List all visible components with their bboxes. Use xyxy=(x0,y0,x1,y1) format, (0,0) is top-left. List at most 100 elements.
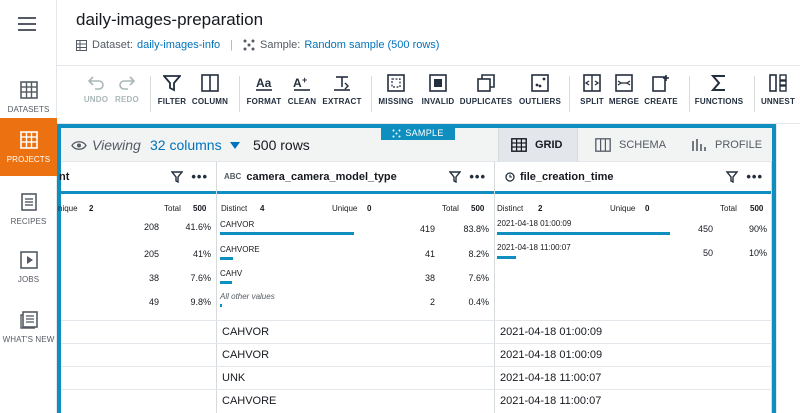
table-cell[interactable]: CAHVOR xyxy=(217,343,495,366)
menu-icon[interactable] xyxy=(18,17,36,31)
filter-icon[interactable] xyxy=(726,171,739,183)
duplicates-button[interactable]: DUPLICATES xyxy=(459,74,513,106)
format-icon: Aa xyxy=(256,76,272,91)
outliers-button[interactable]: OUTLIERS xyxy=(515,74,565,106)
row-count: 500 rows xyxy=(253,137,310,153)
total-label: Total xyxy=(442,204,459,213)
table-cell[interactable] xyxy=(61,343,217,366)
column-header[interactable]: nt ••• xyxy=(59,162,216,194)
filter-icon[interactable] xyxy=(171,171,184,183)
sample-badge: SAMPLE xyxy=(381,126,455,140)
clean-icon: A + xyxy=(293,75,310,91)
sample-label: Sample: xyxy=(259,39,301,51)
column-header[interactable]: ABC camera_camera_model_type ••• xyxy=(217,162,494,194)
redo-button[interactable]: REDO xyxy=(102,74,152,104)
unnest-icon xyxy=(769,74,787,92)
invalid-button[interactable]: INVALID xyxy=(413,74,463,106)
value-bar xyxy=(220,281,233,284)
value-percent: 41% xyxy=(192,249,211,259)
distinct-value: 4 xyxy=(260,204,265,213)
svg-text:Aa: Aa xyxy=(256,76,272,90)
column-header[interactable]: file_creation_time ••• xyxy=(495,162,771,194)
more-options-icon[interactable]: ••• xyxy=(746,170,763,183)
value-count: 38 xyxy=(148,273,159,283)
value-label: 2021-04-18 11:00:07 xyxy=(497,243,571,252)
functions-label: FUNCTIONS xyxy=(694,97,744,106)
nav-label-jobs: JOBS xyxy=(17,274,40,284)
missing-label: MISSING xyxy=(378,97,414,106)
column-button[interactable]: COLUMN xyxy=(185,74,235,106)
document-icon xyxy=(20,192,37,211)
table-cell[interactable] xyxy=(61,320,217,343)
column-actions: ••• xyxy=(171,170,208,183)
extract-button[interactable]: EXTRACT xyxy=(317,74,367,106)
value-count: 205 xyxy=(143,249,159,259)
duplicates-label: DUPLICATES xyxy=(459,97,513,106)
viewing-label: Viewing xyxy=(71,137,141,153)
table-cell[interactable] xyxy=(61,389,217,412)
tab-profile[interactable]: PROFILE xyxy=(679,128,769,162)
sample-icon xyxy=(243,39,255,51)
value-percent: 0.4% xyxy=(468,297,489,307)
functions-button[interactable]: FUNCTIONS xyxy=(694,74,744,106)
profile-chart-icon xyxy=(692,139,706,151)
tab-grid[interactable]: GRID xyxy=(498,128,578,162)
nav-item-whats-new[interactable]: WHAT'S NEW xyxy=(0,298,57,356)
grid-view-icon xyxy=(511,138,527,152)
table-cell[interactable]: 2021-04-18 01:00:09 xyxy=(495,343,772,366)
value-count: 450 xyxy=(697,224,713,234)
filter-icon[interactable] xyxy=(449,171,462,183)
table-cell[interactable]: 2021-04-18 01:00:09 xyxy=(495,320,772,343)
page-title: daily-images-preparation xyxy=(76,10,264,29)
table-cell[interactable]: CAHVOR xyxy=(217,320,495,343)
unnest-label: UNNEST xyxy=(760,97,796,106)
more-options-icon[interactable]: ••• xyxy=(191,170,208,183)
table-icon xyxy=(19,80,38,99)
nav-label-whats-new: WHAT'S NEW xyxy=(2,334,55,344)
column-actions: ••• xyxy=(449,170,486,183)
dataset-link[interactable]: daily-images-info xyxy=(137,39,220,51)
extract-label: EXTRACT xyxy=(322,97,362,106)
unnest-button[interactable]: UNNEST xyxy=(753,74,800,106)
nav-item-recipes[interactable]: RECIPES xyxy=(0,180,57,238)
dataset-label: Dataset: xyxy=(92,39,133,51)
table-cell[interactable]: 2021-04-18 11:00:07 xyxy=(495,389,772,412)
viewing-text: Viewing xyxy=(92,137,141,153)
value-percent: 7.6% xyxy=(190,273,211,283)
unique-label: nique xyxy=(58,204,78,213)
more-options-icon[interactable]: ••• xyxy=(469,170,486,183)
create-button[interactable]: CREATE xyxy=(636,74,686,106)
clock-icon xyxy=(505,171,515,182)
sample-link[interactable]: Random sample (500 rows) xyxy=(304,39,439,51)
nav-label-recipes: RECIPES xyxy=(10,216,47,226)
total-value: 500 xyxy=(193,204,207,213)
tab-profile-label: PROFILE xyxy=(715,139,763,151)
column-icon xyxy=(201,74,219,92)
left-navigation: DATASETS PROJECTS RECIPES JOBS WHAT'S NE… xyxy=(0,0,57,413)
table-cell[interactable]: CAHVORE xyxy=(217,389,495,412)
nav-item-jobs[interactable]: JOBS xyxy=(0,238,57,296)
value-label: CAHV xyxy=(220,269,243,278)
columns-dropdown[interactable]: 32 columns xyxy=(150,137,240,153)
value-percent: 83.8% xyxy=(463,224,489,234)
distinct-label: Distinct xyxy=(221,204,248,213)
table-cell[interactable] xyxy=(61,366,217,389)
table-cell[interactable]: UNK xyxy=(217,366,495,389)
value-bar xyxy=(497,256,517,259)
extract-icon xyxy=(334,76,350,91)
grid-icon xyxy=(19,130,38,149)
create-label: CREATE xyxy=(644,97,678,106)
value-count: 208 xyxy=(143,222,159,232)
unique-label: Unique xyxy=(332,204,358,213)
sample-badge-label: SAMPLE xyxy=(405,128,444,138)
value-bar xyxy=(497,232,670,235)
unique-value: 0 xyxy=(645,204,650,213)
nav-label-projects: PROJECTS xyxy=(6,154,51,164)
schema-icon xyxy=(595,138,611,152)
tab-schema[interactable]: SCHEMA xyxy=(583,128,673,162)
nav-item-projects[interactable]: PROJECTS xyxy=(0,118,57,176)
value-count: 41 xyxy=(424,249,435,259)
table-cell[interactable]: 2021-04-18 11:00:07 xyxy=(495,366,772,389)
invalid-icon xyxy=(429,74,447,92)
missing-icon xyxy=(387,74,405,92)
